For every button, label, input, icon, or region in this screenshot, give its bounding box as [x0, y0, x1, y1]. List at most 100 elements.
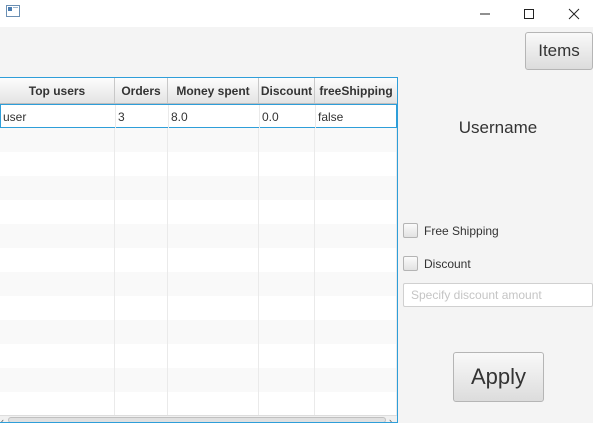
table-cell	[259, 224, 315, 248]
column-header-orders[interactable]: Orders	[115, 78, 168, 103]
table-cell	[168, 320, 259, 344]
empty-table-row[interactable]	[0, 248, 397, 272]
table-cell	[168, 344, 259, 368]
table-cell	[315, 224, 397, 248]
table-cell	[115, 224, 168, 248]
empty-table-row[interactable]	[0, 152, 397, 176]
table-cell	[168, 248, 259, 272]
table-cell	[168, 200, 259, 224]
table-cell	[315, 320, 397, 344]
table-cell	[0, 296, 115, 320]
table-cell	[259, 296, 315, 320]
table-cell	[168, 152, 259, 176]
table-cell	[115, 248, 168, 272]
title-bar	[0, 0, 593, 27]
table-cell	[0, 176, 115, 200]
table-cell	[168, 176, 259, 200]
table-cell	[115, 152, 168, 176]
minimize-button[interactable]	[462, 0, 508, 27]
scroll-right-icon[interactable]: ›	[389, 416, 392, 422]
table-header: Top users Orders Money spent Discount fr…	[0, 78, 397, 104]
table-cell	[259, 368, 315, 392]
table-cell	[115, 392, 168, 416]
apply-button[interactable]: Apply	[453, 352, 544, 402]
table-cell	[315, 248, 397, 272]
table-cell	[115, 128, 168, 152]
empty-table-row[interactable]	[0, 368, 397, 392]
maximize-icon	[524, 9, 534, 19]
table-cell	[259, 176, 315, 200]
table-cell	[259, 392, 315, 416]
table-cell	[259, 200, 315, 224]
table-cell	[315, 128, 397, 152]
free-shipping-checkbox[interactable]	[403, 223, 418, 238]
table-cell	[0, 152, 115, 176]
table-cell	[115, 368, 168, 392]
discount-label: Discount	[424, 256, 471, 271]
empty-table-row[interactable]	[0, 272, 397, 296]
minimize-icon	[480, 13, 490, 15]
close-icon	[568, 8, 580, 20]
table-cell: false	[318, 110, 344, 124]
table-cell	[315, 152, 397, 176]
scrollbar-thumb[interactable]	[8, 417, 386, 422]
top-users-table[interactable]: Top users Orders Money spent Discount fr…	[0, 77, 398, 423]
column-header-free-shipping[interactable]: freeShipping	[315, 78, 397, 103]
scroll-left-icon[interactable]: ‹	[1, 416, 4, 422]
table-cell	[0, 200, 115, 224]
empty-table-row[interactable]	[0, 176, 397, 200]
table-cell	[259, 128, 315, 152]
maximize-button[interactable]	[506, 0, 552, 27]
table-cell	[115, 296, 168, 320]
table-cell	[0, 128, 115, 152]
table-cell	[0, 248, 115, 272]
discount-option[interactable]: Discount	[403, 256, 471, 271]
table-cell	[0, 272, 115, 296]
table-cell	[115, 200, 168, 224]
column-header-money-spent[interactable]: Money spent	[168, 78, 259, 103]
table-cell	[0, 344, 115, 368]
empty-table-row[interactable]	[0, 320, 397, 344]
table-cell	[259, 248, 315, 272]
table-cell	[115, 320, 168, 344]
column-header-top-users[interactable]: Top users	[0, 78, 115, 103]
table-cell	[115, 176, 168, 200]
table-cell	[315, 296, 397, 320]
empty-table-row[interactable]	[0, 224, 397, 248]
column-header-discount[interactable]: Discount	[259, 78, 315, 103]
table-cell	[0, 224, 115, 248]
table-cell	[0, 368, 115, 392]
table-cell	[315, 344, 397, 368]
table-cell: 3	[116, 105, 169, 129]
table-cell	[315, 200, 397, 224]
table-cell	[115, 344, 168, 368]
table-cell	[168, 272, 259, 296]
table-cell	[0, 320, 115, 344]
table-cell	[168, 296, 259, 320]
table-cell	[259, 344, 315, 368]
table-cell	[259, 272, 315, 296]
table-cell: 8.0	[169, 105, 260, 129]
close-button[interactable]	[551, 0, 593, 27]
empty-table-row[interactable]	[0, 296, 397, 320]
items-button[interactable]: Items	[525, 32, 593, 70]
table-cell: 0.0	[260, 105, 316, 129]
table-cell	[168, 392, 259, 416]
table-cell	[115, 272, 168, 296]
horizontal-scrollbar[interactable]: ‹ ›	[0, 415, 397, 422]
empty-table-row[interactable]	[0, 392, 397, 416]
discount-amount-input[interactable]	[403, 283, 593, 307]
table-cell	[315, 368, 397, 392]
table-cell	[259, 320, 315, 344]
empty-table-row[interactable]	[0, 200, 397, 224]
free-shipping-option[interactable]: Free Shipping	[403, 223, 499, 238]
empty-table-row[interactable]	[0, 128, 397, 152]
table-cell	[315, 176, 397, 200]
table-cell	[0, 392, 115, 416]
empty-table-row[interactable]	[0, 344, 397, 368]
free-shipping-label: Free Shipping	[424, 223, 499, 238]
table-cell	[315, 272, 397, 296]
table-row[interactable]: user 3 8.0 0.0 false	[0, 104, 397, 129]
table-cell	[259, 152, 315, 176]
discount-checkbox[interactable]	[403, 256, 418, 271]
